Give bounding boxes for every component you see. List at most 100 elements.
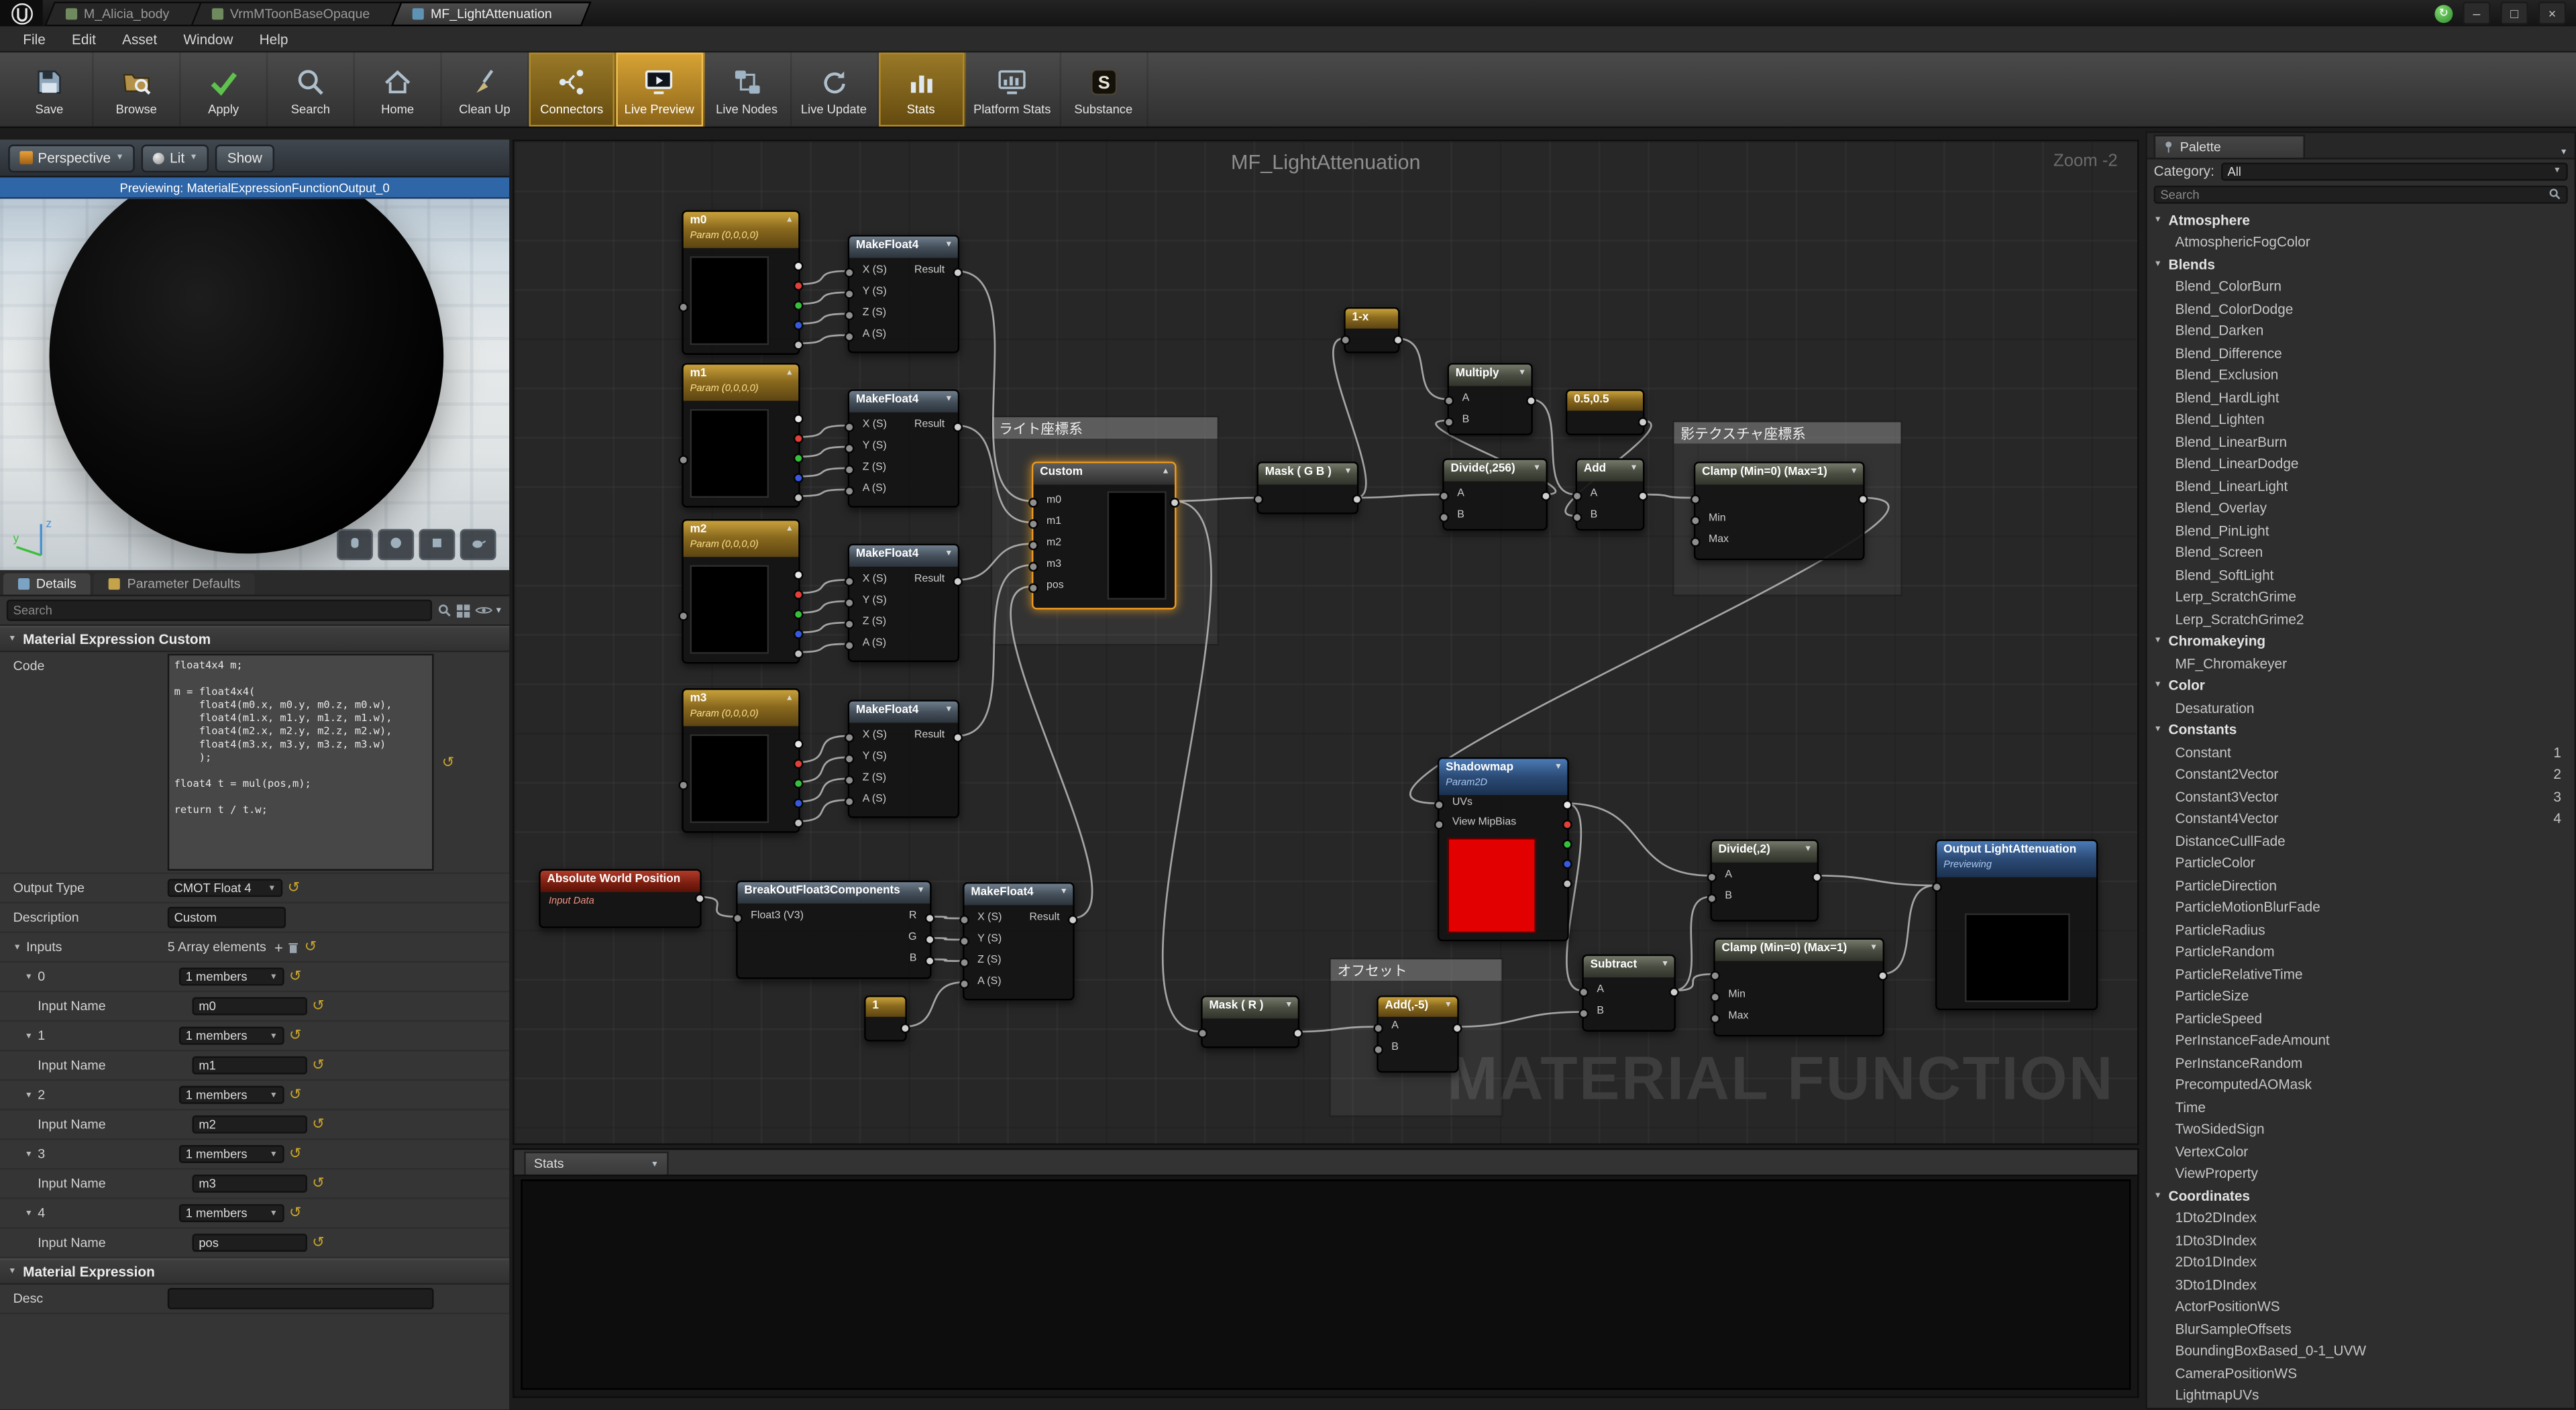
node-header[interactable]: m1Param (0,0,0,0)▲ <box>684 365 798 401</box>
input-pin[interactable] <box>1028 519 1038 529</box>
apply-button[interactable]: Apply <box>180 52 268 126</box>
input-pin[interactable] <box>959 936 969 946</box>
collapse-icon[interactable]: ▼ <box>1630 464 1638 474</box>
input-pin[interactable] <box>845 641 855 651</box>
input-pin[interactable] <box>1254 494 1264 504</box>
close-icon[interactable]: × <box>2538 1 2567 24</box>
input-pin[interactable] <box>1028 562 1038 572</box>
collapse-icon[interactable]: ▼ <box>1533 464 1541 474</box>
input-pin[interactable] <box>1028 541 1038 551</box>
node-mf2[interactable]: MakeFloat4▼X (S)Y (S)Z (S)A (S)Result <box>848 389 960 507</box>
palette-item[interactable]: CameraPositionWS <box>2147 1362 2575 1384</box>
connection-status-icon[interactable]: ↻ <box>2434 4 2453 22</box>
node-m3[interactable]: m3Param (0,0,0,0)▲ <box>682 688 800 833</box>
node-header[interactable]: MakeFloat4▼ <box>849 237 958 258</box>
node-header[interactable]: Multiply▼ <box>1449 365 1531 386</box>
palette-item[interactable]: 2Dto1DIndex <box>2147 1251 2575 1273</box>
node-div256[interactable]: Divide(,256)▼AB <box>1442 458 1548 531</box>
input-pin[interactable] <box>959 915 969 925</box>
input-pin[interactable] <box>845 422 855 432</box>
section-material-expression-custom[interactable]: ▼ Material Expression Custom <box>0 626 509 652</box>
output-pin[interactable] <box>1562 859 1572 869</box>
input-pin[interactable] <box>1572 491 1582 501</box>
collapse-icon[interactable]: ▼ <box>1060 887 1068 897</box>
reset-to-default-icon[interactable]: ↺ <box>312 1176 324 1191</box>
code-editor[interactable]: float4x4 m; m = float4x4( float4(m0.x, m… <box>168 654 434 871</box>
node-header[interactable]: ShadowmapParam2D▼ <box>1439 759 1567 795</box>
node-mf1[interactable]: MakeFloat4▼X (S)Y (S)Z (S)A (S)Result <box>848 235 960 353</box>
output-pin[interactable] <box>900 1024 910 1034</box>
output-pin[interactable] <box>695 893 705 904</box>
collapse-icon[interactable]: ▲ <box>786 693 794 703</box>
node-header[interactable]: Clamp (Min=0) (Max=1)▼ <box>1715 940 1883 961</box>
output-pin[interactable] <box>1638 491 1648 501</box>
collapse-icon[interactable]: ▼ <box>917 885 925 896</box>
palette-item[interactable]: Blend_LinearLight <box>2147 475 2575 497</box>
output-pin[interactable] <box>794 340 804 350</box>
collapse-icon[interactable]: ▼ <box>945 549 953 559</box>
palette-item[interactable]: DistanceCullFade <box>2147 830 2575 852</box>
palette-item[interactable]: ParticleSpeed <box>2147 1007 2575 1029</box>
palette-group-chromakeying[interactable]: ▼Chromakeying <box>2147 630 2575 652</box>
input-name-field[interactable]: pos <box>193 1234 307 1252</box>
collapse-icon[interactable]: ▼ <box>945 705 953 715</box>
input-pin[interactable] <box>1373 1024 1383 1034</box>
input-pin[interactable] <box>845 797 855 807</box>
output-type-dropdown[interactable]: CMOT Float 4 ▼ <box>168 879 282 897</box>
input-pin[interactable] <box>959 979 969 989</box>
node-header[interactable]: Divide(,256)▼ <box>1444 460 1546 482</box>
palette-item[interactable]: ActorPositionWS <box>2147 1295 2575 1317</box>
live-preview-button[interactable]: Live Preview <box>616 52 704 126</box>
palette-item[interactable]: Blend_LinearBurn <box>2147 431 2575 453</box>
node-mf4[interactable]: MakeFloat4▼X (S)Y (S)Z (S)A (S)Result <box>848 700 960 818</box>
input-pin[interactable] <box>1932 882 1942 892</box>
input-pin[interactable] <box>1710 992 1720 1002</box>
stats-button[interactable]: Stats <box>878 52 965 126</box>
shape-teapot-button[interactable] <box>460 529 496 561</box>
collapse-icon[interactable]: ▼ <box>945 394 953 404</box>
output-pin[interactable] <box>794 570 804 580</box>
input-pin[interactable] <box>678 303 688 313</box>
node-header[interactable]: BreakOutFloat3Components▼ <box>738 882 930 904</box>
node-subtract[interactable]: Subtract▼AB <box>1582 955 1676 1032</box>
input-pin[interactable] <box>1340 335 1350 345</box>
maximize-icon[interactable]: □ <box>2500 1 2528 24</box>
minimize-icon[interactable]: – <box>2463 1 2491 24</box>
collapse-icon[interactable]: ▼ <box>1850 467 1858 477</box>
reset-to-default-icon[interactable]: ↺ <box>289 969 301 984</box>
save-button[interactable]: Save <box>7 52 94 126</box>
output-pin[interactable] <box>1068 915 1078 925</box>
category-dropdown[interactable]: All ▼ <box>2221 162 2568 180</box>
live-nodes-button[interactable]: Live Nodes <box>704 52 791 126</box>
output-pin[interactable] <box>1526 396 1536 406</box>
node-div2[interactable]: Divide(,2)▼AB <box>1710 839 1819 921</box>
reset-to-default-icon[interactable]: ↺ <box>289 1087 301 1102</box>
output-pin[interactable] <box>1669 987 1679 997</box>
palette-item[interactable]: ParticleDirection <box>2147 874 2575 896</box>
output-pin[interactable] <box>925 934 935 944</box>
palette-item[interactable]: BlurSampleOffsets <box>2147 1317 2575 1340</box>
reset-to-default-icon[interactable]: ↺ <box>312 1058 324 1073</box>
node-header[interactable]: Mask ( R )▼ <box>1203 997 1298 1019</box>
node-header[interactable]: m3Param (0,0,0,0)▲ <box>684 690 798 726</box>
input-pin[interactable] <box>845 311 855 321</box>
palette-item[interactable]: Blend_Darken <box>2147 319 2575 341</box>
palette-item[interactable]: 1Dto2DIndex <box>2147 1207 2575 1229</box>
input-pin[interactable] <box>845 268 855 278</box>
output-pin[interactable] <box>1562 879 1572 889</box>
home-button[interactable]: Home <box>355 52 442 126</box>
node-header[interactable]: Output LightAttenuationPreviewing <box>1937 841 2096 877</box>
members-dropdown[interactable]: 1 members▼ <box>179 1086 284 1104</box>
output-pin[interactable] <box>925 956 935 966</box>
input-pin[interactable] <box>1572 512 1582 523</box>
node-header[interactable]: MakeFloat4▼ <box>965 884 1073 906</box>
palette-item[interactable]: Blend_ColorBurn <box>2147 275 2575 297</box>
node-add1[interactable]: Add▼AB <box>1576 458 1645 531</box>
window-tab[interactable]: M_Alicia_body <box>49 0 195 26</box>
input-pin[interactable] <box>1444 396 1454 406</box>
node-header[interactable]: 1 <box>866 997 906 1017</box>
output-pin[interactable] <box>1541 491 1551 501</box>
palette-item[interactable]: Time <box>2147 1095 2575 1118</box>
palette-item[interactable]: Constant2Vector2 <box>2147 763 2575 785</box>
node-clamp2[interactable]: Clamp (Min=0) (Max=1)▼MinMax <box>1713 938 1884 1036</box>
